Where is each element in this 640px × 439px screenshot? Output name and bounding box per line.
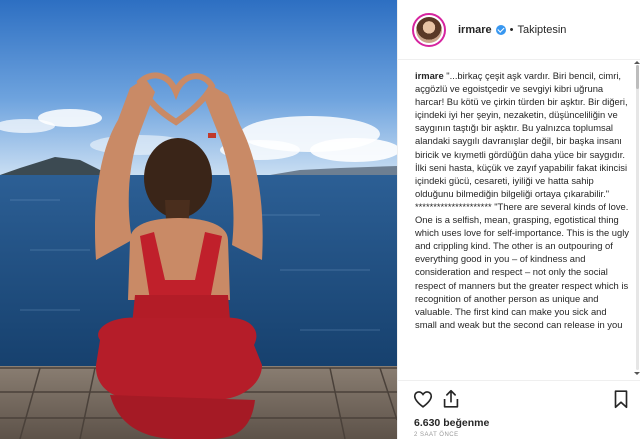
bookmark-icon[interactable] (610, 388, 632, 410)
avatar-image (416, 16, 442, 43)
caption-area[interactable]: irmare "...birkaç çeşit aşk vardır. Biri… (398, 61, 640, 379)
verified-icon (495, 24, 506, 35)
following-button[interactable]: Takiptesin (518, 24, 567, 36)
likes-count[interactable]: 6.630 beğenme (414, 417, 489, 429)
post-header: irmare • Takiptesin (398, 0, 640, 60)
scrollbar-thumb[interactable] (636, 65, 639, 89)
caption-author[interactable]: irmare (415, 70, 444, 81)
avatar[interactable] (412, 12, 446, 47)
scrollbar-track[interactable] (636, 65, 639, 370)
username-link[interactable]: irmare (458, 24, 492, 36)
heart-icon[interactable] (412, 388, 434, 410)
post-photo[interactable] (0, 0, 397, 439)
post-timestamp: 2 SAAT ÖNCE (414, 432, 459, 438)
separator-dot: • (509, 23, 514, 36)
caption-text: "...birkaç çeşit aşk vardır. Biri bencil… (415, 70, 629, 330)
post-actions: 6.630 beğenme 2 SAAT ÖNCE (398, 380, 640, 438)
scroll-up-arrow-icon[interactable] (634, 61, 640, 64)
post-side-panel: irmare • Takiptesin irmare "...birkaç çe… (397, 0, 640, 439)
scroll-down-arrow-icon[interactable] (634, 372, 640, 375)
caption: irmare "...birkaç çeşit aşk vardır. Biri… (398, 61, 640, 331)
share-icon[interactable] (440, 388, 462, 410)
